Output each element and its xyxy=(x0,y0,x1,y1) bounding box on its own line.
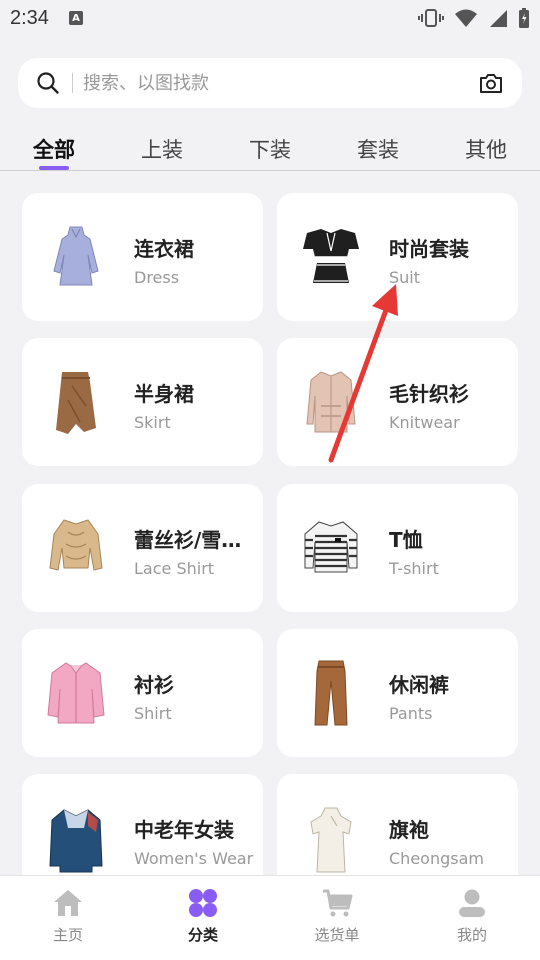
nav-category-label: 分类 xyxy=(187,926,218,944)
category-card-skirt[interactable]: 半身裙 Skirt xyxy=(22,338,263,466)
category-name: 休闲裤 xyxy=(389,673,449,697)
suit-icon xyxy=(303,229,359,283)
notification-badge-icon: A xyxy=(68,11,83,25)
category-card-tshirt[interactable]: T恤 T-shirt xyxy=(277,484,518,612)
category-name: 毛针织衫 xyxy=(389,382,469,406)
category-name-en: Skirt xyxy=(134,413,171,432)
status-time: 2:34 xyxy=(10,6,49,29)
search-icon xyxy=(37,72,59,94)
category-name-en: Lace Shirt xyxy=(134,559,215,578)
profile-icon xyxy=(459,889,485,917)
category-tabs: 全部 上装 下装 套装 其他 xyxy=(0,128,540,170)
search-input[interactable] xyxy=(83,72,478,94)
nav-home[interactable]: 主页 xyxy=(18,888,118,945)
nav-profile-label: 我的 xyxy=(456,926,487,944)
knitwear-icon xyxy=(306,371,356,433)
nav-category[interactable]: 分类 xyxy=(153,888,253,945)
shirt-icon xyxy=(47,662,105,724)
category-card-suit[interactable]: 时尚套装 Suit xyxy=(277,193,518,321)
cart-icon xyxy=(323,889,353,917)
category-name: 连衣裙 xyxy=(134,237,194,261)
nav-cart-label: 选货单 xyxy=(314,926,360,944)
pants-icon xyxy=(314,660,348,726)
category-card-lace-shirt[interactable]: 蕾丝衫/雪… Lace Shirt xyxy=(22,484,263,612)
category-name-en: Cheongsam xyxy=(389,849,484,868)
tab-all[interactable]: 全部 xyxy=(33,134,75,164)
category-card-dress[interactable]: 连衣裙 Dress xyxy=(22,193,263,321)
status-bar: 2:34 A xyxy=(0,0,540,36)
tab-others[interactable]: 其他 xyxy=(465,134,507,164)
category-name: 半身裙 xyxy=(134,382,194,406)
category-name: 蕾丝衫/雪… xyxy=(134,528,242,552)
lace-shirt-icon xyxy=(49,519,103,571)
home-icon xyxy=(54,890,82,916)
womens-wear-icon xyxy=(49,809,103,873)
category-card-knitwear[interactable]: 毛针织衫 Knitwear xyxy=(277,338,518,466)
cheongsam-icon xyxy=(310,807,352,873)
category-card-pants[interactable]: 休闲裤 Pants xyxy=(277,629,518,757)
dress-icon xyxy=(53,226,99,286)
tabs-divider xyxy=(0,170,540,171)
vibrate-icon xyxy=(418,9,444,27)
nav-cart[interactable]: 选货单 xyxy=(287,888,387,945)
bottom-nav: 主页 分类 选货单 我的 xyxy=(0,875,540,960)
battery-icon xyxy=(519,8,529,28)
category-name-en: Women's Wear xyxy=(134,849,254,868)
tab-tops[interactable]: 上装 xyxy=(141,134,183,164)
tab-bottoms[interactable]: 下装 xyxy=(249,134,291,164)
category-card-shirt[interactable]: 衬衫 Shirt xyxy=(22,629,263,757)
skirt-icon xyxy=(56,372,96,434)
nav-profile[interactable]: 我的 xyxy=(422,888,522,945)
category-name: 衬衫 xyxy=(134,673,174,697)
nav-home-label: 主页 xyxy=(52,926,83,944)
tshirt-icon xyxy=(304,521,358,573)
signal-icon xyxy=(490,10,507,27)
wifi-icon xyxy=(455,9,477,27)
category-name: 旗袍 xyxy=(389,818,429,842)
search-divider xyxy=(72,73,73,93)
category-name-en: Suit xyxy=(389,268,421,287)
tab-sets[interactable]: 套装 xyxy=(357,134,399,164)
category-name-en: Pants xyxy=(389,704,433,723)
camera-icon[interactable] xyxy=(478,71,504,95)
category-name-en: T-shirt xyxy=(389,559,439,578)
category-icon xyxy=(189,889,217,917)
category-name-en: Knitwear xyxy=(389,413,460,432)
category-name-en: Dress xyxy=(134,268,180,287)
category-name: T恤 xyxy=(389,528,423,552)
category-name: 中老年女装 xyxy=(134,818,234,842)
category-name: 时尚套装 xyxy=(389,237,469,261)
category-name-en: Shirt xyxy=(134,704,172,723)
search-bar[interactable] xyxy=(18,58,522,108)
